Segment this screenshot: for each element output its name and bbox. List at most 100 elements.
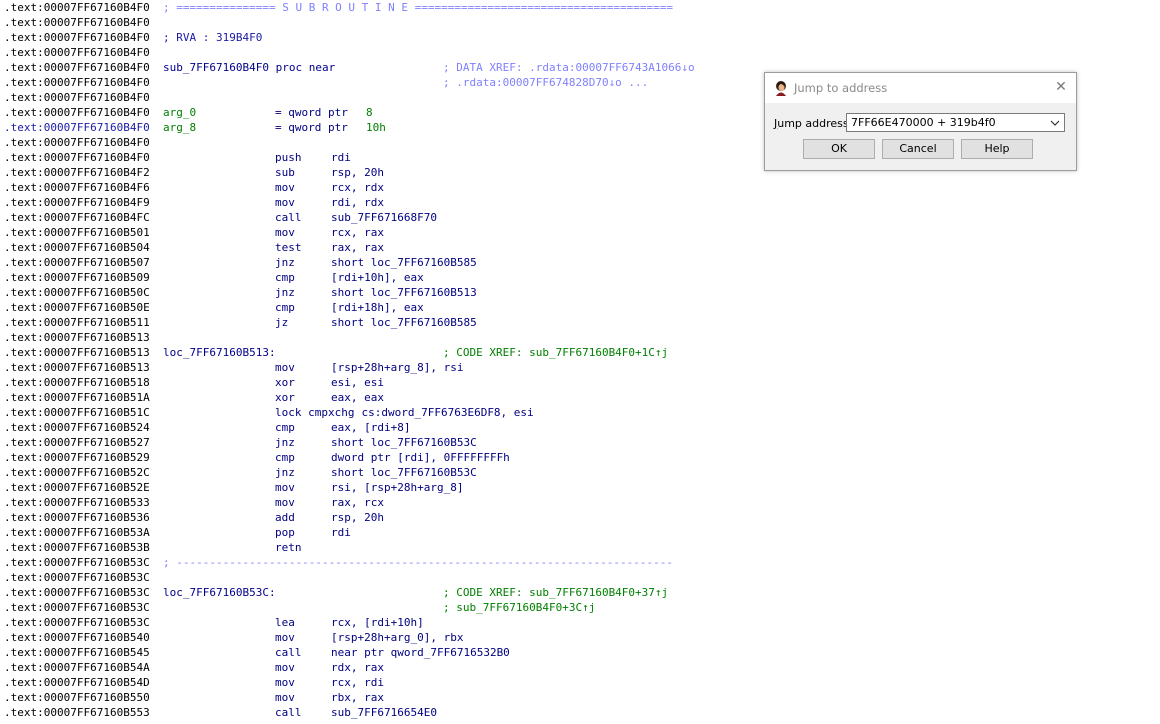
instruction-mnemonic: cmp	[275, 301, 295, 314]
rva-comment: ; RVA : 319B4F0	[163, 31, 263, 44]
instruction-operands: rbx, rax	[331, 691, 384, 704]
listing-address: .text:00007FF67160B53B	[4, 541, 150, 554]
instruction-operands: rdi, rdx	[331, 196, 384, 209]
instruction-mnemonic: add	[275, 511, 295, 524]
listing-address: .text:00007FF67160B513	[4, 331, 150, 344]
instruction-mnemonic: jnz	[275, 436, 295, 449]
instruction-mnemonic: lock cmpxchg	[275, 406, 355, 419]
instruction-mnemonic: mov	[275, 181, 295, 194]
listing-address: .text:00007FF67160B513	[4, 361, 150, 374]
instruction-operands: [rdi+10h], eax	[331, 271, 424, 284]
dialog-titlebar[interactable]: Jump to address ✕	[765, 73, 1076, 103]
listing-address: .text:00007FF67160B513	[4, 346, 150, 359]
listing-address: .text:00007FF67160B511	[4, 316, 150, 329]
instruction-mnemonic: mov	[275, 496, 295, 509]
instruction-operands: dword ptr [rdi], 0FFFFFFFFh	[331, 451, 510, 464]
listing-address: .text:00007FF67160B53C	[4, 586, 150, 599]
listing-address: .text:00007FF67160B4F6	[4, 181, 150, 194]
separator-comment: ; --------------------------------------…	[163, 556, 673, 569]
separator-comment: ; =============== S U B R O U T I N E ==…	[163, 1, 673, 14]
instruction-mnemonic: mov	[275, 691, 295, 704]
listing-address: .text:00007FF67160B4FC	[4, 211, 150, 224]
loc-label: loc_7FF67160B513:	[163, 346, 276, 359]
instruction-mnemonic: retn	[275, 541, 302, 554]
listing-address: .text:00007FF67160B4F0	[4, 91, 150, 104]
help-button[interactable]: Help	[961, 139, 1033, 159]
instruction-operands: sub_7FF6716654E0	[331, 706, 437, 719]
listing-address: .text:00007FF67160B4F0	[4, 136, 150, 149]
instruction-mnemonic: xor	[275, 391, 295, 404]
arg-name: arg_0	[163, 106, 197, 119]
instruction-mnemonic: lea	[275, 616, 295, 629]
instruction-mnemonic: mov	[275, 661, 295, 674]
jump-address-label: Jump address	[774, 117, 849, 130]
listing-address: .text:00007FF67160B504	[4, 241, 150, 254]
jump-to-address-dialog: Jump to address ✕ Jump address 7FF66E470…	[764, 72, 1077, 171]
listing-address: .text:00007FF67160B4F0	[4, 31, 150, 44]
listing-address: .text:00007FF67160B501	[4, 226, 150, 239]
listing-address: .text:00007FF67160B4F2	[4, 166, 150, 179]
listing-address: .text:00007FF67160B533	[4, 496, 150, 509]
arg-offset: 8	[366, 106, 373, 119]
instruction-mnemonic: push	[275, 151, 302, 164]
instruction-operands: short loc_7FF67160B53C	[331, 436, 477, 449]
instruction-mnemonic: mov	[275, 226, 295, 239]
listing-address: .text:00007FF67160B50E	[4, 301, 150, 314]
xref-comment: ; .rdata:00007FF674828D70↓o ...	[443, 76, 649, 89]
instruction-operands: rcx, rdi	[331, 676, 384, 689]
instruction-operands: rcx, rdx	[331, 181, 384, 194]
instruction-operands: rsi, [rsp+28h+arg_8]	[331, 481, 464, 494]
listing-address: .text:00007FF67160B529	[4, 451, 150, 464]
jump-address-combobox[interactable]: 7FF66E470000 + 319b4f0	[846, 113, 1065, 132]
listing-address: .text:00007FF67160B524	[4, 421, 150, 434]
instruction-operands: eax, eax	[331, 391, 384, 404]
jump-address-input[interactable]: 7FF66E470000 + 319b4f0	[851, 116, 996, 129]
cancel-button[interactable]: Cancel	[882, 139, 954, 159]
instruction-mnemonic: mov	[275, 676, 295, 689]
instruction-operands: [rsp+28h+arg_0], rbx	[331, 631, 464, 644]
instruction-mnemonic: call	[275, 211, 302, 224]
xref-comment: ; CODE XREF: sub_7FF67160B4F0+37↑j	[443, 586, 669, 599]
arg-name: arg_8	[163, 121, 197, 134]
instruction-mnemonic: call	[275, 706, 302, 719]
listing-address: .text:00007FF67160B54D	[4, 676, 150, 689]
close-icon[interactable]: ✕	[1053, 79, 1069, 95]
instruction-mnemonic: pop	[275, 526, 295, 539]
listing-address: .text:00007FF67160B53C	[4, 556, 150, 569]
jump-address-label-text: ump address	[777, 117, 849, 130]
arg-type: = qword ptr	[275, 106, 348, 119]
listing-address: .text:00007FF67160B527	[4, 436, 150, 449]
listing-address: .text:00007FF67160B545	[4, 646, 150, 659]
ida-avatar-icon	[776, 81, 786, 96]
instruction-mnemonic: mov	[275, 361, 295, 374]
listing-address: .text:00007FF67160B507	[4, 256, 150, 269]
instruction-operands: short loc_7FF67160B585	[331, 316, 477, 329]
listing-address: .text:00007FF67160B52C	[4, 466, 150, 479]
listing-address: .text:00007FF67160B518	[4, 376, 150, 389]
instruction-operands: rdx, rax	[331, 661, 384, 674]
listing-address: .text:00007FF67160B509	[4, 271, 150, 284]
instruction-mnemonic: mov	[275, 631, 295, 644]
ok-button[interactable]: OK	[803, 139, 875, 159]
listing-address: .text:00007FF67160B53C	[4, 616, 150, 629]
listing-address: .text:00007FF67160B54A	[4, 661, 150, 674]
instruction-mnemonic: mov	[275, 481, 295, 494]
instruction-operands: rdi	[331, 151, 351, 164]
listing-address: .text:00007FF67160B51A	[4, 391, 150, 404]
listing-address: .text:00007FF67160B553	[4, 706, 150, 719]
listing-address: .text:00007FF67160B550	[4, 691, 150, 704]
loc-label: loc_7FF67160B53C:	[163, 586, 276, 599]
listing-address: .text:00007FF67160B4F0	[4, 121, 150, 134]
listing-address: .text:00007FF67160B50C	[4, 286, 150, 299]
instruction-mnemonic: mov	[275, 196, 295, 209]
listing-address: .text:00007FF67160B4F0	[4, 106, 150, 119]
instruction-operands: rax, rax	[331, 241, 384, 254]
instruction-mnemonic: cmp	[275, 421, 295, 434]
instruction-mnemonic: jnz	[275, 256, 295, 269]
listing-address: .text:00007FF67160B4F0	[4, 151, 150, 164]
chevron-down-icon[interactable]	[1049, 116, 1061, 130]
xref-comment: ; sub_7FF67160B4F0+3C↑j	[443, 601, 596, 614]
listing-address: .text:00007FF67160B4F9	[4, 196, 150, 209]
instruction-operands: short loc_7FF67160B53C	[331, 466, 477, 479]
listing-address: .text:00007FF67160B4F0	[4, 76, 150, 89]
